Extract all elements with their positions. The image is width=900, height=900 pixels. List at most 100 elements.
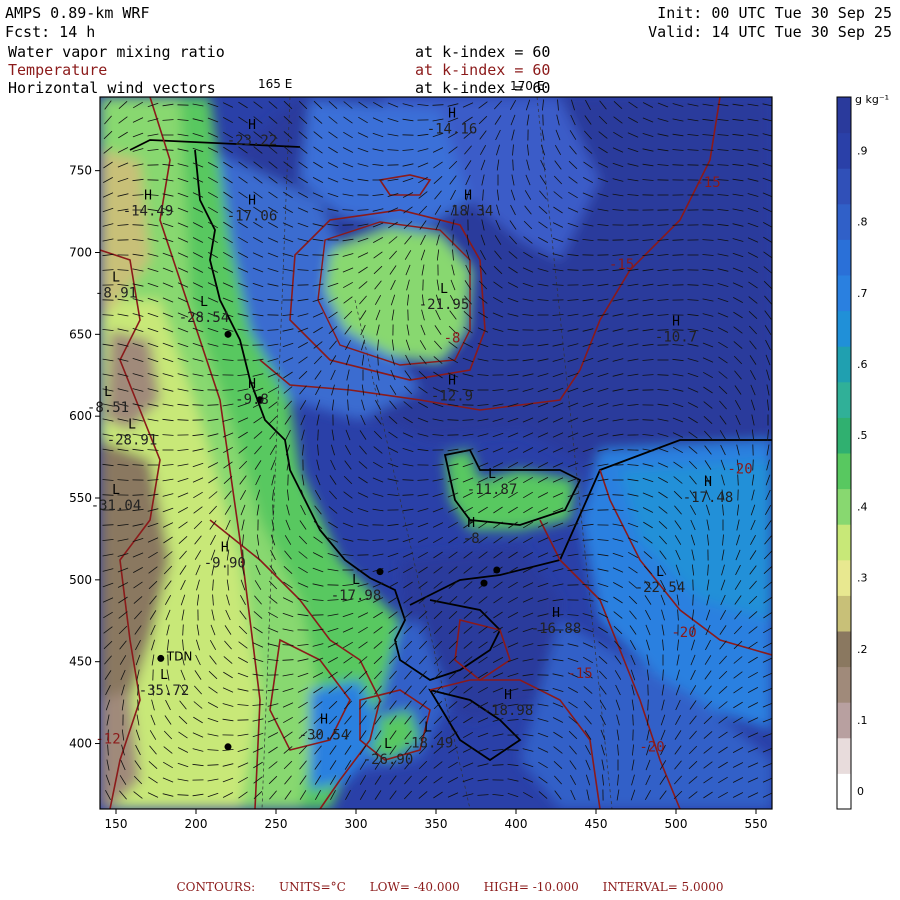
contours-interval: INTERVAL= 5.0000 xyxy=(602,880,724,894)
contours-label: CONTOURS: xyxy=(176,880,256,894)
extremum-value: -22.54 xyxy=(635,580,686,596)
extremum-value: -8.91 xyxy=(95,285,137,301)
colorbar-swatch xyxy=(837,488,851,525)
colorbar-swatch xyxy=(837,203,851,240)
colorbar-label: .2 xyxy=(857,643,868,656)
contour-label: -15 xyxy=(609,257,634,273)
extremum-value: -26.90 xyxy=(363,752,414,768)
extremum-kind: H xyxy=(320,712,328,727)
x-tick-label: 200 xyxy=(185,817,208,831)
y-tick-label: 500 xyxy=(69,573,92,587)
contours-low: LOW= -40.000 xyxy=(369,880,460,894)
extremum-value: -14.49 xyxy=(123,204,174,220)
station-marker xyxy=(376,568,384,576)
station-marker xyxy=(157,654,165,662)
station-marker xyxy=(224,330,232,338)
colorbar-swatch xyxy=(837,417,851,454)
extremum-kind: L xyxy=(488,467,496,482)
extremum-kind: H xyxy=(221,540,229,555)
extremum-value: -9.8 xyxy=(235,392,269,408)
extremum-kind: L xyxy=(200,295,208,310)
x-tick-label: 550 xyxy=(745,817,768,831)
x-axis: 150 200 250 300 350 400 450 500 550 xyxy=(105,809,768,831)
colorbar-swatch xyxy=(837,97,851,134)
extremum-value: -35.72 xyxy=(139,683,190,699)
extremum-kind: H xyxy=(672,315,680,330)
colorbar-swatch xyxy=(837,453,851,490)
extremum-kind: H xyxy=(448,374,456,389)
forecast-map: TDN H-14.16H-23.22H-14.49H-17.06H-18.34L… xyxy=(69,77,889,831)
contours-units: UNITS=°C xyxy=(279,880,346,894)
extremum-value: -8 xyxy=(463,531,480,547)
x-tick-label: 300 xyxy=(345,817,368,831)
extremum-value: -12.9 xyxy=(431,389,473,405)
longitude-label-165: 165 E xyxy=(258,77,292,91)
station-name: TDN xyxy=(166,649,193,663)
contour-label: -12 xyxy=(95,732,120,748)
contour-label: -15 xyxy=(695,175,720,191)
colorbar-swatch xyxy=(837,666,851,703)
extremum-kind: H xyxy=(704,475,712,490)
moisture-field xyxy=(100,97,772,809)
contours-high: HIGH= -10.000 xyxy=(483,880,579,894)
x-tick-label: 250 xyxy=(265,817,288,831)
x-tick-label: 500 xyxy=(665,817,688,831)
colorbar-unit: g kg⁻¹ xyxy=(855,93,889,106)
colorbar-swatch xyxy=(837,239,851,276)
extremum-value: -8.51 xyxy=(87,400,129,416)
extremum-kind: L xyxy=(104,385,112,400)
colorbar-label: .4 xyxy=(857,500,868,513)
extremum-kind: H xyxy=(552,606,560,621)
colorbar-label: .9 xyxy=(857,144,868,157)
colorbar-swatch xyxy=(837,595,851,632)
colorbar: 0 .1 .2 .3 .4 .5 .6 .7 .8 .9 g kg⁻¹ xyxy=(836,93,889,810)
colorbar-swatch xyxy=(837,275,851,312)
extremum-value: -17.06 xyxy=(227,208,278,224)
extremum-value: -21.95 xyxy=(419,297,470,313)
extremum-value: -9.90 xyxy=(204,555,246,571)
extremum-kind: H xyxy=(504,688,512,703)
y-tick-label: 450 xyxy=(69,655,92,669)
colorbar-swatch xyxy=(837,132,851,169)
extremum-value: -28.91 xyxy=(107,433,158,449)
extremum-value: -16.88 xyxy=(531,621,582,637)
extremum-value: -23.22 xyxy=(227,133,278,149)
extremum-value: -30.54 xyxy=(299,727,350,743)
colorbar-label: 0 xyxy=(857,785,864,798)
extremum-value: -28.54 xyxy=(179,310,230,326)
extremum-value: -14.16 xyxy=(427,122,478,138)
colorbar-label: .6 xyxy=(857,358,868,371)
extremum-kind: L xyxy=(440,282,448,297)
contour-label: -20 xyxy=(639,740,664,756)
colorbar-swatch xyxy=(837,559,851,596)
extremum-kind: H xyxy=(248,377,256,392)
colorbar-swatch xyxy=(837,310,851,347)
extremum-value: -11.87 xyxy=(467,482,518,498)
contour-label: -15 xyxy=(567,666,592,682)
extremum-kind: L xyxy=(424,721,432,736)
extremum-kind: L xyxy=(160,668,168,683)
colorbar-swatch xyxy=(837,381,851,418)
colorbar-swatch xyxy=(837,737,851,774)
colorbar-swatch xyxy=(837,773,851,810)
x-tick-label: 450 xyxy=(585,817,608,831)
extremum-value: -17.48 xyxy=(683,490,734,506)
extremum-kind: L xyxy=(128,418,136,433)
x-tick-label: 350 xyxy=(425,817,448,831)
contour-label: -20 xyxy=(727,461,752,477)
station-marker xyxy=(224,743,232,751)
colorbar-label: .7 xyxy=(857,287,868,300)
extremum-kind: H xyxy=(448,107,456,122)
x-tick-label: 400 xyxy=(505,817,528,831)
colorbar-swatch xyxy=(837,346,851,383)
extremum-kind: H xyxy=(467,516,475,531)
colorbar-swatch xyxy=(837,168,851,205)
x-tick-label: 150 xyxy=(105,817,128,831)
y-tick-label: 650 xyxy=(69,327,92,341)
colorbar-swatch xyxy=(837,631,851,668)
station-marker xyxy=(480,579,488,587)
colorbar-label: .5 xyxy=(857,429,868,442)
y-tick-label: 700 xyxy=(69,245,92,259)
extremum-kind: L xyxy=(112,483,120,498)
colorbar-swatch xyxy=(837,524,851,561)
